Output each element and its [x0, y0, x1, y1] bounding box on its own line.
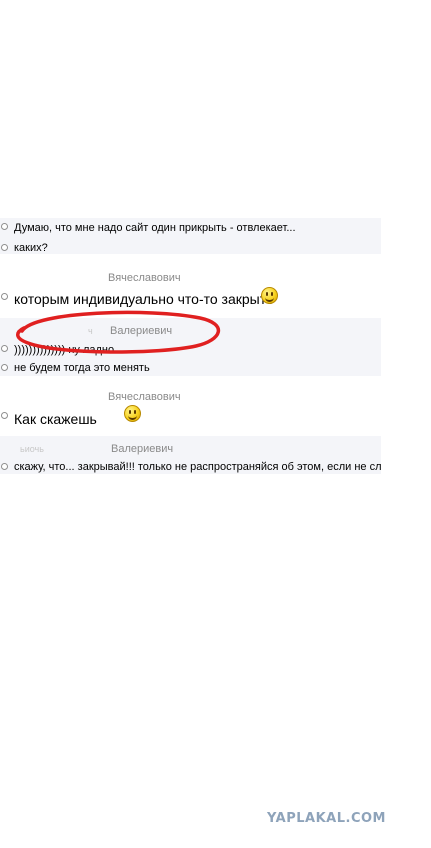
chat-log: Думаю, что мне надо сайт один прикрыть -… — [0, 0, 431, 848]
watermark: YAPLAKAL.COM — [267, 811, 386, 826]
red-ellipse-annotation — [16, 310, 221, 354]
